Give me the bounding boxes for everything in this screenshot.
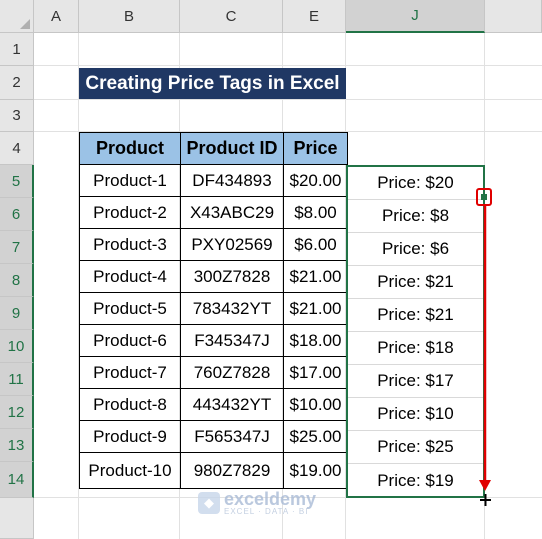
watermark: ◆ exceldemy EXCEL · DATA · BI (198, 490, 316, 516)
drag-annotation (479, 206, 491, 506)
watermark-name: exceldemy (224, 489, 317, 509)
exceldemy-logo-icon: ◆ (198, 492, 220, 514)
arrow-head-icon (479, 480, 491, 491)
spreadsheet: A B C E J 1 2 3 4 5 6 7 8 9 10 11 12 13 … (0, 0, 542, 539)
crosshair-cursor-icon (480, 494, 491, 506)
watermark-tagline: EXCEL · DATA · BI (224, 507, 309, 516)
